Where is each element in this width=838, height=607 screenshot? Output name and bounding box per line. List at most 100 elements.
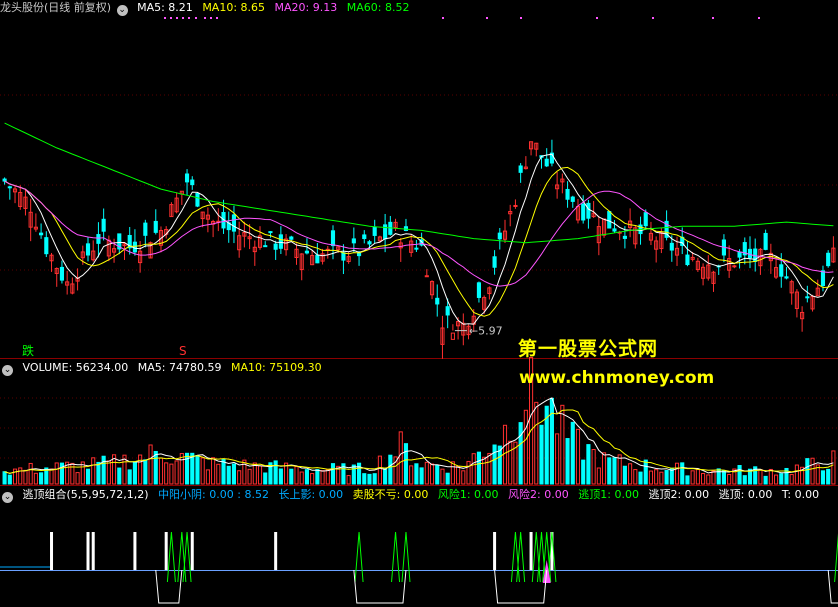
candle-body (685, 254, 690, 266)
candle-body (2, 178, 7, 182)
price-panel-header: 龙头股份(日线 前复权) ⌄ MA5: 8.21 MA10: 8.65 MA20… (0, 0, 415, 16)
candle-body (513, 204, 518, 207)
stock-chart-window: ←5.97 跌 S 龙头股份(日线 前复权) ⌄ MA5: 8.21 MA10: 8… (0, 0, 838, 607)
ma10-label: MA10: 8.65 (202, 1, 266, 14)
candle-body (268, 231, 273, 234)
white-signal-bar (91, 532, 95, 570)
candle-body (153, 220, 158, 233)
volume-bar (659, 471, 664, 485)
signal-dot (520, 17, 522, 19)
volume-bar (148, 444, 153, 485)
volume-bar (820, 470, 826, 485)
signal-dot (170, 17, 172, 19)
volume-bar (132, 461, 137, 485)
volume-bar (643, 459, 648, 485)
candle-body (143, 222, 148, 236)
chevron-down-icon[interactable]: ⌄ (116, 5, 128, 16)
volume-bar (169, 463, 174, 485)
volume-bar (789, 474, 794, 485)
candle-body (607, 211, 612, 229)
indicator-fengxian1: 风险1: 0.00 (437, 488, 499, 501)
volume-bar (549, 397, 554, 485)
volume-bar (596, 467, 601, 485)
candle-body (273, 243, 278, 250)
green-signal-spike (166, 531, 176, 583)
chevron-down-icon[interactable]: ⌄ (2, 492, 13, 503)
volume-bar (711, 470, 716, 485)
candle-body (341, 252, 346, 261)
volume-bar (91, 457, 96, 485)
volume-bar (617, 454, 622, 485)
volume-panel-header: ⌄ VOLUME: 56234.00 MA5: 74780.59 MA10: 7… (0, 360, 328, 376)
candle-body (643, 212, 648, 227)
chevron-down-icon[interactable]: ⌄ (2, 365, 13, 376)
candle-body (476, 282, 482, 298)
candle-body (732, 265, 737, 268)
volume-bar (575, 428, 581, 485)
volume-bar (565, 438, 570, 485)
volume-bar (18, 467, 23, 485)
volume-bar (456, 466, 461, 485)
volume-bar (461, 470, 466, 485)
volume-bar (664, 470, 669, 485)
volume-bar (471, 453, 476, 485)
candle-body (669, 242, 674, 251)
volume-bar (701, 472, 706, 485)
indicator-panel-header: ⌄ 逃顶组合(5,5,95,72,1,2) 中阳小阴: 0.00 : 8.52 … (0, 487, 825, 503)
volume-bar (54, 462, 59, 485)
volume-bar (502, 424, 508, 485)
candle-body (289, 236, 294, 240)
volume-bar (106, 460, 111, 485)
green-signal-spike (834, 533, 838, 583)
volume-bar (628, 463, 633, 485)
volume-bar (273, 460, 278, 485)
volume-bar (257, 465, 263, 485)
chart-canvas[interactable]: ←5.97 跌 S (0, 0, 838, 607)
candle-body (763, 232, 768, 250)
volume-bar (226, 465, 231, 485)
volume-bar (237, 470, 242, 485)
green-signal-spike (391, 531, 401, 583)
candle-body (231, 214, 237, 232)
volume-bar (138, 454, 143, 485)
signal-dot (188, 17, 190, 19)
volume-bar (377, 455, 382, 485)
signal-dot (486, 17, 488, 19)
price-title: 龙头股份(日线 前复权) (0, 1, 112, 14)
ma60-line (4, 122, 834, 244)
volume-bar (633, 469, 638, 485)
volume-bar (101, 455, 106, 485)
white-signal-bar (529, 532, 533, 570)
volume-bar (763, 475, 768, 485)
volume-bar (117, 467, 122, 485)
indicator-changshangying: 长上影: 0.00 (278, 488, 344, 501)
white-signal-bar (274, 532, 278, 570)
volume-bar (560, 404, 565, 485)
volume-bar (539, 424, 544, 485)
signal-dot (204, 17, 206, 19)
volume-bar (779, 473, 784, 485)
volume-bar (768, 468, 773, 485)
volume-bar (221, 458, 226, 485)
indicator-taoding: 逃顶: 0.00 (718, 488, 773, 501)
volume-bar (28, 462, 33, 485)
green-signal-spike (354, 531, 364, 583)
signal-dot (442, 17, 444, 19)
signal-dot (164, 17, 166, 19)
volume-bar (96, 461, 101, 485)
volume-bar (231, 463, 237, 485)
volume-bar (445, 472, 450, 485)
candle-body (367, 241, 372, 245)
volume-bar (23, 469, 28, 485)
volume-bar (622, 465, 627, 485)
volume-bar (310, 473, 315, 485)
volume-bar (555, 433, 560, 485)
volume-bar (315, 469, 320, 485)
volume-bar (49, 468, 54, 485)
volume-bar (429, 463, 435, 485)
volume-bar (518, 422, 523, 485)
volume-bar (39, 472, 44, 485)
volume-bar (299, 471, 304, 485)
volume-bar (200, 457, 205, 485)
volume-bar (721, 470, 726, 485)
